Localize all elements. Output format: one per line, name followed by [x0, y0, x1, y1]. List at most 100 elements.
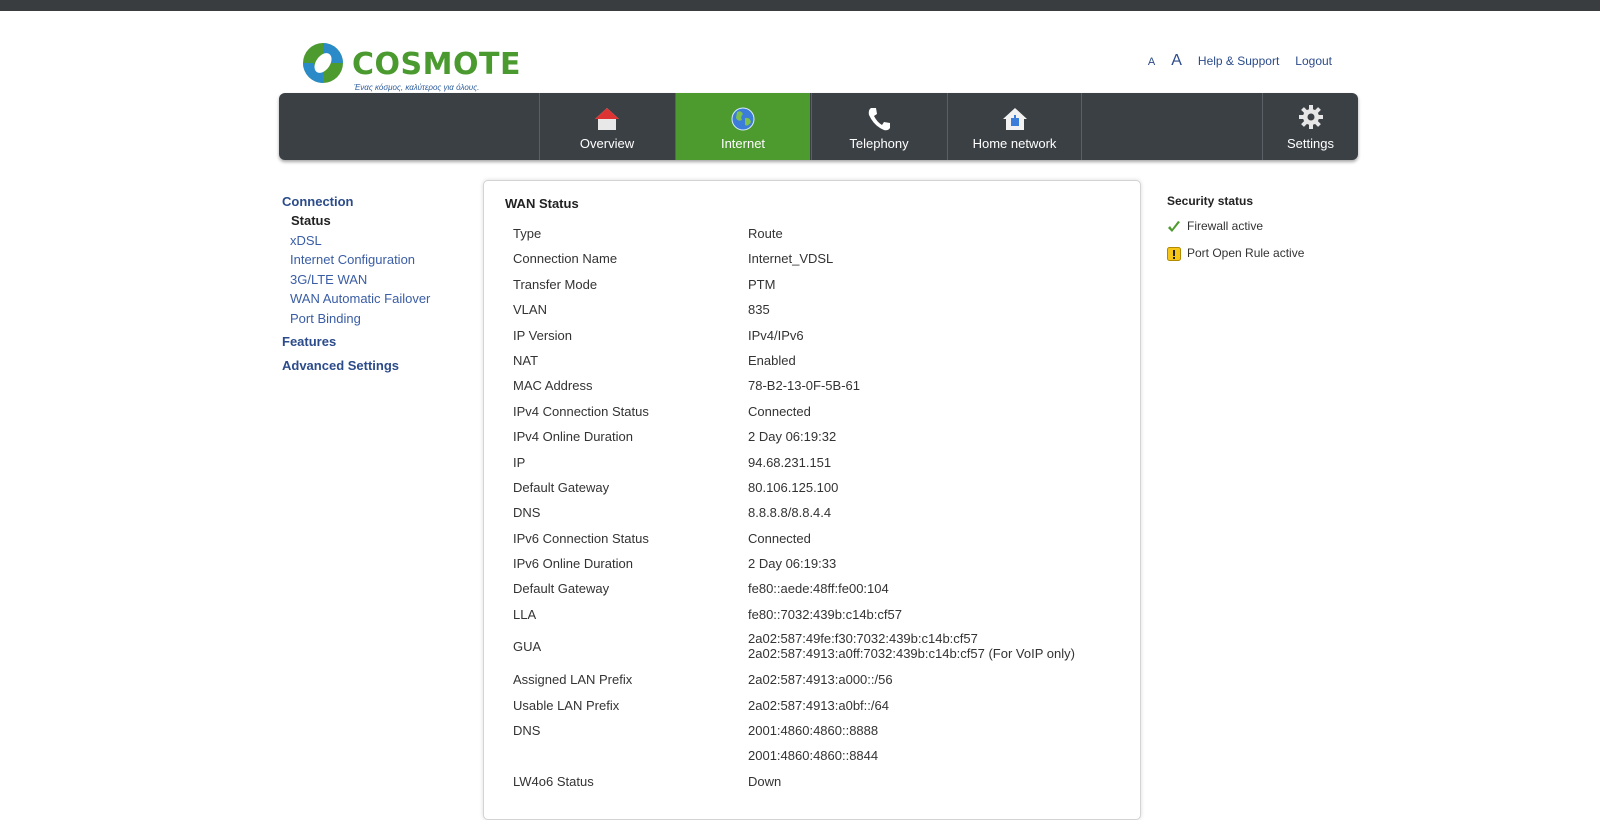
nav-tab-telephony[interactable]: Telephony — [811, 93, 946, 160]
sidebar-section-connection[interactable]: Connection — [282, 194, 472, 209]
house-icon — [595, 108, 619, 130]
security-status-title: Security status — [1167, 194, 1254, 208]
check-icon — [1168, 221, 1180, 232]
sidebar-item-port-binding[interactable]: Port Binding — [282, 309, 472, 329]
row-key: IP — [513, 454, 526, 470]
table-row: 2001:4860:4860::8844 — [513, 743, 1133, 768]
row-value: Route — [748, 226, 783, 241]
brand-tagline: Ένας κόσμος, καλύτερος για όλους. — [354, 83, 480, 92]
wan-status-table: Type Route Connection Name Internet_VDSL T… — [513, 221, 1133, 794]
row-key: DNS — [513, 723, 541, 739]
gua-address-voip: 2a02:587:4913:a0ff:7032:439b:c14b:cf57 (… — [748, 646, 1075, 662]
table-row: Type Route — [513, 221, 1133, 246]
row-key: DNS — [513, 505, 541, 521]
row-value: 2a02:587:4913:a000::/56 — [748, 672, 893, 688]
sidebar-item-wan-automatic-failover[interactable]: WAN Automatic Failover — [282, 289, 472, 309]
brand-name: COSMOTE — [352, 47, 521, 82]
sidebar-item-xdsl[interactable]: xDSL — [282, 231, 472, 251]
table-row: Default Gateway 80.106.125.100 — [513, 475, 1133, 500]
row-key: VLAN — [513, 302, 547, 318]
port-open-rule-status[interactable]: Port Open Rule active — [1167, 244, 1367, 262]
row-value: 2a02:587:49fe:f30:7032:439b:c14b:cf57 2a… — [748, 631, 1075, 661]
row-key: GUA — [513, 639, 542, 655]
row-key: IPv4 Connection Status — [513, 403, 649, 419]
row-value: Internet_VDSL — [748, 251, 834, 267]
row-value: fe80::aede:48ff:fe00:104 — [748, 581, 889, 597]
row-value: PTM — [748, 276, 776, 292]
nav-tab-settings[interactable]: Settings — [1262, 93, 1358, 160]
sidebar-item-3g-lte-wan[interactable]: 3G/LTE WAN — [282, 270, 472, 290]
nav-tab-home-network[interactable]: Home network — [947, 93, 1082, 160]
row-value: 94.68.231.151 — [748, 454, 832, 470]
cosmote-logo[interactable]: COSMOTE Ένας κόσμος, καλύτερος για όλους… — [302, 41, 520, 93]
row-key: Default Gateway — [513, 581, 610, 597]
table-row: Usable LAN Prefix 2a02:587:4913:a0bf::/64 — [513, 693, 1133, 718]
row-key: IPv4 Online Duration — [513, 429, 633, 445]
table-row: Connection Name Internet_VDSL — [513, 246, 1133, 271]
table-row: LLA fe80::7032:439b:c14b:cf57 — [513, 602, 1133, 627]
table-row: Assigned LAN Prefix 2a02:587:4913:a000::/… — [513, 667, 1133, 692]
browser-top-bar — [0, 0, 1600, 11]
nav-tab-label: Telephony — [849, 136, 909, 151]
home-network-icon — [1002, 108, 1027, 130]
sidebar-section-features[interactable]: Features — [282, 334, 472, 349]
security-status-box: Security status Firewall active Port Ope… — [1167, 194, 1367, 262]
sidebar-connection-list: Status xDSL Internet Configuration 3G/LT… — [282, 211, 472, 328]
table-row: IPv6 Online Duration 2 Day 06:19:33 — [513, 551, 1133, 576]
row-value: 78-B2-13-0F-5B-61 — [748, 378, 860, 394]
table-row: LW4o6 Status Down — [513, 769, 1133, 794]
row-value: Enabled — [748, 352, 796, 368]
nav-tab-label: Home network — [972, 136, 1057, 151]
row-value: 2001:4860:4860::8888 — [748, 723, 879, 739]
nav-tab-overview[interactable]: Overview — [539, 93, 674, 160]
row-value: Connected — [748, 530, 811, 546]
left-sidebar: Connection Status xDSL Internet Configur… — [282, 194, 472, 373]
sidebar-item-status[interactable]: Status — [282, 211, 472, 231]
main-nav: Overview Internet Telephony Home network — [279, 93, 1358, 160]
row-value: Connected — [748, 403, 811, 419]
row-value: 8.8.8.8/8.8.4.4 — [748, 505, 832, 521]
nav-tab-label: Settings — [1287, 136, 1334, 151]
sidebar-item-internet-configuration[interactable]: Internet Configuration — [282, 250, 472, 270]
firewall-status-label: Firewall active — [1187, 219, 1264, 233]
header-utility-links: A A Help & Support Logout — [1148, 52, 1332, 70]
row-key: Connection Name — [513, 251, 618, 267]
wan-status-panel: WAN Status Type Route Connection Name Inte… — [483, 180, 1141, 820]
help-support-link[interactable]: Help & Support — [1198, 54, 1279, 68]
sidebar-section-advanced-settings[interactable]: Advanced Settings — [282, 358, 472, 373]
logout-link[interactable]: Logout — [1295, 54, 1332, 68]
gua-address-primary: 2a02:587:49fe:f30:7032:439b:c14b:cf57 — [748, 631, 978, 647]
row-key: IPv6 Connection Status — [513, 530, 649, 546]
table-row: IPv4 Online Duration 2 Day 06:19:32 — [513, 424, 1133, 449]
table-row: IP Version IPv4/IPv6 — [513, 323, 1133, 348]
warning-icon — [1167, 247, 1181, 261]
phone-icon — [868, 108, 890, 131]
row-key: IPv6 Online Duration — [513, 556, 633, 572]
row-value: Down — [748, 773, 782, 789]
row-key: Usable LAN Prefix — [513, 697, 620, 713]
font-size-small-button[interactable]: A — [1148, 56, 1155, 68]
row-key: IP Version — [513, 327, 573, 343]
table-row: DNS 8.8.8.8/8.8.4.4 — [513, 500, 1133, 525]
table-row: IP 94.68.231.151 — [513, 450, 1133, 475]
nav-tab-internet[interactable]: Internet — [675, 93, 810, 160]
table-row: IPv4 Connection Status Connected — [513, 399, 1133, 424]
row-key: LW4o6 Status — [513, 773, 594, 789]
row-value: 2 Day 06:19:33 — [748, 556, 837, 572]
row-value: 2001:4860:4860::8844 — [748, 748, 879, 764]
font-size-large-button[interactable]: A — [1171, 52, 1182, 70]
row-value: 80.106.125.100 — [748, 479, 839, 495]
port-open-rule-label: Port Open Rule active — [1187, 246, 1305, 260]
row-value: 2a02:587:4913:a0bf::/64 — [748, 697, 889, 713]
table-row: Default Gateway fe80::aede:48ff:fe00:104 — [513, 576, 1133, 601]
table-row: MAC Address 78-B2-13-0F-5B-61 — [513, 373, 1133, 398]
row-key: NAT — [513, 352, 539, 368]
row-key: Assigned LAN Prefix — [513, 672, 633, 688]
panel-title: WAN Status — [505, 196, 579, 211]
row-key: Type — [513, 226, 542, 241]
globe-icon — [731, 107, 755, 131]
row-value: 2 Day 06:19:32 — [748, 429, 837, 445]
cosmote-logo-icon — [303, 43, 343, 83]
table-row: VLAN 835 — [513, 297, 1133, 322]
firewall-status: Firewall active — [1167, 217, 1367, 235]
